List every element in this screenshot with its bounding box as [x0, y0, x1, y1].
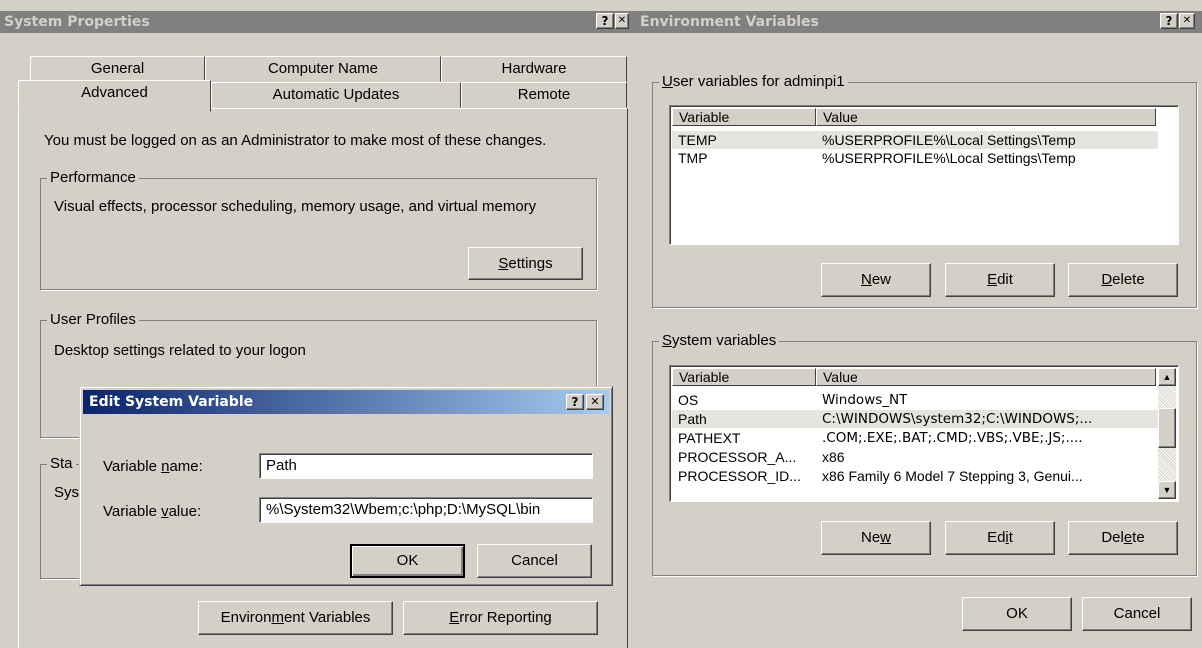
list-item[interactable]: PROCESSOR_ID... x86 Family 6 Model 7 Ste…: [672, 467, 1158, 485]
variable-value: Windows_NT: [822, 392, 908, 408]
variable-name: OS: [678, 392, 699, 408]
user-profiles-description: Desktop settings related to your logon: [54, 342, 306, 359]
help-icon[interactable]: ?: [1160, 13, 1178, 29]
vertical-scrollbar[interactable]: ▲ ▼: [1158, 368, 1176, 499]
edit-system-variable-dialog: Edit System Variable ? ✕ Variable name: …: [79, 386, 613, 586]
user-profiles-label: User Profiles: [47, 311, 139, 328]
environment-variables-titlebar[interactable]: Environment Variables ? ✕: [636, 11, 1202, 33]
performance-settings-button[interactable]: Settings: [468, 247, 583, 280]
variable-value: %USERPROFILE%\Local Settings\Temp: [822, 150, 1076, 166]
system-variables-list[interactable]: Variable Value OS Windows_NT Path C:\WIN…: [669, 365, 1179, 502]
cancel-button[interactable]: Cancel: [477, 544, 592, 578]
system-new-button[interactable]: New: [821, 521, 931, 555]
variable-name: PROCESSOR_A...: [678, 449, 797, 465]
scroll-up-icon[interactable]: ▲: [1158, 368, 1176, 386]
system-edit-button[interactable]: Edit: [945, 521, 1055, 555]
variable-name: Path: [678, 411, 707, 427]
tab-automatic-updates[interactable]: Automatic Updates: [211, 82, 461, 108]
ok-button[interactable]: OK: [350, 544, 465, 578]
column-header-value[interactable]: Value: [816, 108, 1156, 126]
column-header-value[interactable]: Value: [816, 368, 1156, 386]
list-item[interactable]: OS Windows_NT: [672, 391, 1158, 409]
scroll-down-icon[interactable]: ▼: [1158, 481, 1176, 499]
user-variables-list[interactable]: Variable Value TEMP %USERPROFILE%\Local …: [669, 105, 1179, 245]
help-icon[interactable]: ?: [596, 13, 614, 29]
environment-variables-window: Environment Variables ? ✕ User variables…: [636, 0, 1202, 636]
performance-description: Visual effects, processor scheduling, me…: [54, 198, 537, 215]
variable-name: TEMP: [678, 132, 717, 148]
startup-description: Sys: [54, 484, 80, 501]
tab-general[interactable]: General: [30, 56, 205, 82]
settings-label-rest: ettings: [508, 255, 553, 272]
variable-value: .COM;.EXE;.BAT;.CMD;.VBS;.VBE;.JS;....: [822, 430, 1083, 446]
variable-name: TMP: [678, 150, 708, 166]
variable-value-label: Variable value:: [103, 503, 202, 520]
user-variables-label: User variables for adminpi1: [659, 73, 848, 90]
variable-name: PROCESSOR_ID...: [678, 468, 801, 484]
tab-hardware[interactable]: Hardware: [441, 56, 627, 82]
variable-value: %USERPROFILE%\Local Settings\Temp: [822, 132, 1076, 148]
list-item[interactable]: PATHEXT .COM;.EXE;.BAT;.CMD;.VBS;.VBE;.J…: [672, 429, 1158, 447]
tab-advanced[interactable]: Advanced: [18, 80, 211, 112]
ok-button[interactable]: OK: [962, 597, 1072, 631]
variable-name: PATHEXT: [678, 430, 741, 446]
list-item[interactable]: PROCESSOR_A... x86: [672, 448, 1158, 466]
variable-name-label: Variable name:: [103, 458, 203, 475]
variable-value: C:\WINDOWS\system32;C:\WINDOWS;...: [822, 411, 1093, 427]
user-edit-button[interactable]: Edit: [945, 263, 1055, 297]
list-item[interactable]: Path C:\WINDOWS\system32;C:\WINDOWS;...: [672, 410, 1158, 428]
list-item[interactable]: TEMP %USERPROFILE%\Local Settings\Temp: [672, 131, 1158, 149]
column-header-variable[interactable]: Variable: [672, 108, 816, 126]
environment-variables-button[interactable]: Environment Variables: [198, 601, 393, 635]
window-title: System Properties: [4, 14, 150, 30]
user-delete-button[interactable]: Delete: [1068, 263, 1178, 297]
cancel-button[interactable]: Cancel: [1082, 597, 1192, 631]
performance-label: Performance: [47, 169, 139, 186]
close-icon[interactable]: ✕: [615, 13, 629, 29]
variable-value: x86 Family 6 Model 7 Stepping 3, Genui..…: [822, 468, 1083, 484]
column-header-variable[interactable]: Variable: [672, 368, 816, 386]
error-reporting-button[interactable]: Error Reporting: [403, 601, 598, 635]
tab-remote[interactable]: Remote: [461, 82, 627, 108]
variable-value-field[interactable]: %\System32\Wbem;c:\php;D:\MySQL\bin: [259, 497, 593, 523]
startup-label: Sta: [47, 455, 76, 472]
edit-system-variable-titlebar[interactable]: Edit System Variable ? ✕: [83, 390, 609, 414]
scroll-thumb[interactable]: [1158, 408, 1176, 448]
close-icon[interactable]: ✕: [586, 394, 604, 410]
admin-note: You must be logged on as an Administrato…: [44, 132, 547, 149]
variable-value: x86: [822, 449, 845, 465]
system-delete-button[interactable]: Delete: [1068, 521, 1178, 555]
system-properties-titlebar[interactable]: System Properties ? ✕: [0, 11, 636, 33]
help-icon[interactable]: ?: [566, 394, 584, 410]
list-item[interactable]: TMP %USERPROFILE%\Local Settings\Temp: [672, 149, 1158, 167]
window-title: Environment Variables: [640, 14, 819, 30]
close-icon[interactable]: ✕: [1179, 13, 1195, 29]
system-variables-label: System variables: [659, 332, 780, 349]
dialog-title: Edit System Variable: [89, 394, 254, 410]
variable-name-field[interactable]: Path: [259, 453, 593, 479]
tab-computer-name[interactable]: Computer Name: [205, 56, 441, 82]
user-new-button[interactable]: New: [821, 263, 931, 297]
